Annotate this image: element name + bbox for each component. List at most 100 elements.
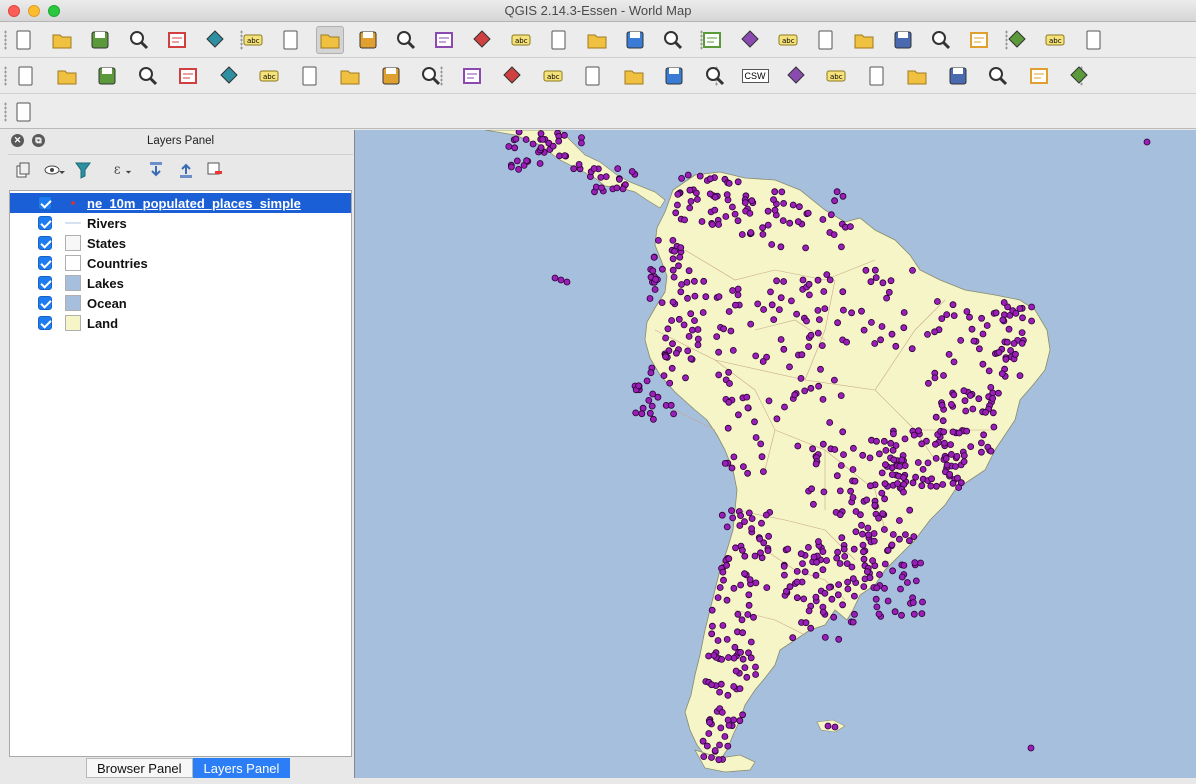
populated-place-point[interactable] [666, 379, 674, 387]
populated-place-point[interactable] [952, 463, 959, 470]
populated-place-point[interactable] [646, 295, 654, 302]
populated-place-point[interactable] [802, 619, 810, 627]
populated-place-point[interactable] [515, 166, 523, 173]
populated-place-point[interactable] [645, 396, 653, 404]
zoom-to-selection-icon[interactable] [468, 26, 496, 54]
populated-place-point[interactable] [830, 613, 838, 621]
populated-place-point[interactable] [878, 323, 886, 330]
populated-place-point[interactable] [809, 445, 817, 453]
digitize-icon[interactable] [10, 98, 38, 126]
populated-place-point[interactable] [789, 201, 797, 209]
populated-place-point[interactable] [955, 429, 963, 437]
populated-place-point[interactable] [1012, 309, 1020, 317]
populated-place-point[interactable] [650, 253, 658, 261]
populated-place-point[interactable] [850, 545, 858, 553]
zoom-to-layer-icon[interactable]: abc [507, 26, 535, 54]
populated-place-point[interactable] [918, 440, 926, 448]
populated-place-point[interactable] [900, 309, 908, 316]
populated-place-point[interactable] [844, 578, 852, 586]
populated-place-point[interactable] [730, 584, 738, 592]
populated-place-point[interactable] [938, 401, 946, 409]
populated-place-point[interactable] [915, 427, 922, 435]
populated-place-point[interactable] [654, 237, 662, 244]
populated-place-point[interactable] [512, 135, 520, 143]
populated-place-point[interactable] [933, 482, 940, 490]
layer-visibility-checkbox[interactable] [38, 316, 52, 330]
populated-place-point[interactable] [872, 595, 880, 603]
populated-place-point[interactable] [684, 347, 692, 355]
change-label-icon[interactable] [660, 62, 688, 90]
populated-place-point[interactable] [672, 349, 680, 357]
populated-place-point[interactable] [909, 599, 917, 607]
populated-place-point[interactable] [859, 451, 867, 459]
populated-place-point[interactable] [719, 622, 727, 629]
populated-place-point[interactable] [639, 404, 647, 412]
populated-place-point[interactable] [939, 417, 947, 425]
populated-place-point[interactable] [732, 667, 740, 675]
label-icon[interactable] [417, 62, 445, 90]
populated-place-point[interactable] [831, 446, 839, 453]
populated-place-point[interactable] [522, 136, 530, 143]
populated-place-point[interactable] [744, 404, 752, 412]
populated-place-point[interactable] [881, 495, 888, 503]
populated-place-point[interactable] [934, 298, 941, 305]
populated-place-point[interactable] [654, 393, 662, 401]
geoserver-icon[interactable] [1065, 62, 1093, 90]
plugin-icon[interactable] [944, 62, 972, 90]
populated-place-point[interactable] [805, 280, 813, 288]
populated-place-point[interactable] [949, 479, 957, 487]
populated-place-point[interactable] [846, 223, 854, 230]
populated-place-point[interactable] [771, 206, 779, 214]
populated-place-point[interactable] [720, 576, 727, 584]
populated-place-point[interactable] [869, 557, 876, 565]
populated-place-point[interactable] [1018, 329, 1026, 337]
populated-place-point[interactable] [814, 306, 822, 314]
populated-place-point[interactable] [863, 568, 871, 576]
populated-place-point[interactable] [685, 332, 693, 340]
populated-place-point[interactable] [736, 717, 744, 725]
populated-place-point[interactable] [557, 276, 565, 284]
populated-place-point[interactable] [732, 544, 739, 552]
populated-place-point[interactable] [793, 567, 801, 575]
populated-place-point[interactable] [864, 524, 872, 532]
populated-place-point[interactable] [716, 584, 724, 591]
populated-place-point[interactable] [751, 552, 759, 560]
populated-place-point[interactable] [725, 555, 733, 563]
show-hide-labels-icon[interactable]: abc [539, 62, 567, 90]
zoom-in-icon[interactable] [315, 26, 344, 54]
populated-place-point[interactable] [678, 175, 686, 182]
populated-place-point[interactable] [878, 489, 886, 497]
populated-place-point[interactable] [747, 320, 755, 328]
populated-place-point[interactable] [859, 541, 867, 549]
populated-place-point[interactable] [536, 160, 544, 167]
populated-place-point[interactable] [969, 405, 977, 413]
populated-place-point[interactable] [744, 611, 752, 618]
populated-place-point[interactable] [778, 188, 786, 196]
populated-place-point[interactable] [751, 418, 758, 426]
populated-place-point[interactable] [570, 165, 578, 173]
populated-place-point[interactable] [794, 442, 802, 450]
populated-place-point[interactable] [998, 370, 1006, 378]
populated-place-point[interactable] [809, 500, 817, 508]
cut-features-icon[interactable] [296, 62, 324, 90]
populated-place-point[interactable] [839, 601, 847, 609]
populated-place-point[interactable] [799, 276, 807, 284]
populated-place-point[interactable] [745, 601, 753, 609]
zoom-next-icon[interactable] [583, 26, 611, 54]
populated-place-point[interactable] [889, 567, 896, 575]
populated-place-point[interactable] [771, 188, 779, 196]
populated-place-point[interactable] [759, 358, 767, 365]
populated-place-point[interactable] [833, 472, 841, 480]
populated-place-point[interactable] [770, 196, 777, 203]
populated-place-point[interactable] [961, 397, 969, 405]
populated-place-point[interactable] [878, 469, 886, 477]
copy-features-icon[interactable] [336, 62, 364, 90]
populated-place-point[interactable] [699, 737, 707, 745]
populated-place-point[interactable] [505, 143, 513, 150]
populated-place-point[interactable] [667, 401, 675, 409]
populated-place-point[interactable] [839, 428, 847, 436]
populated-place-point[interactable] [805, 607, 813, 615]
populated-place-point[interactable] [885, 288, 893, 296]
populated-place-point[interactable] [652, 275, 660, 283]
populated-place-point[interactable] [797, 550, 805, 558]
